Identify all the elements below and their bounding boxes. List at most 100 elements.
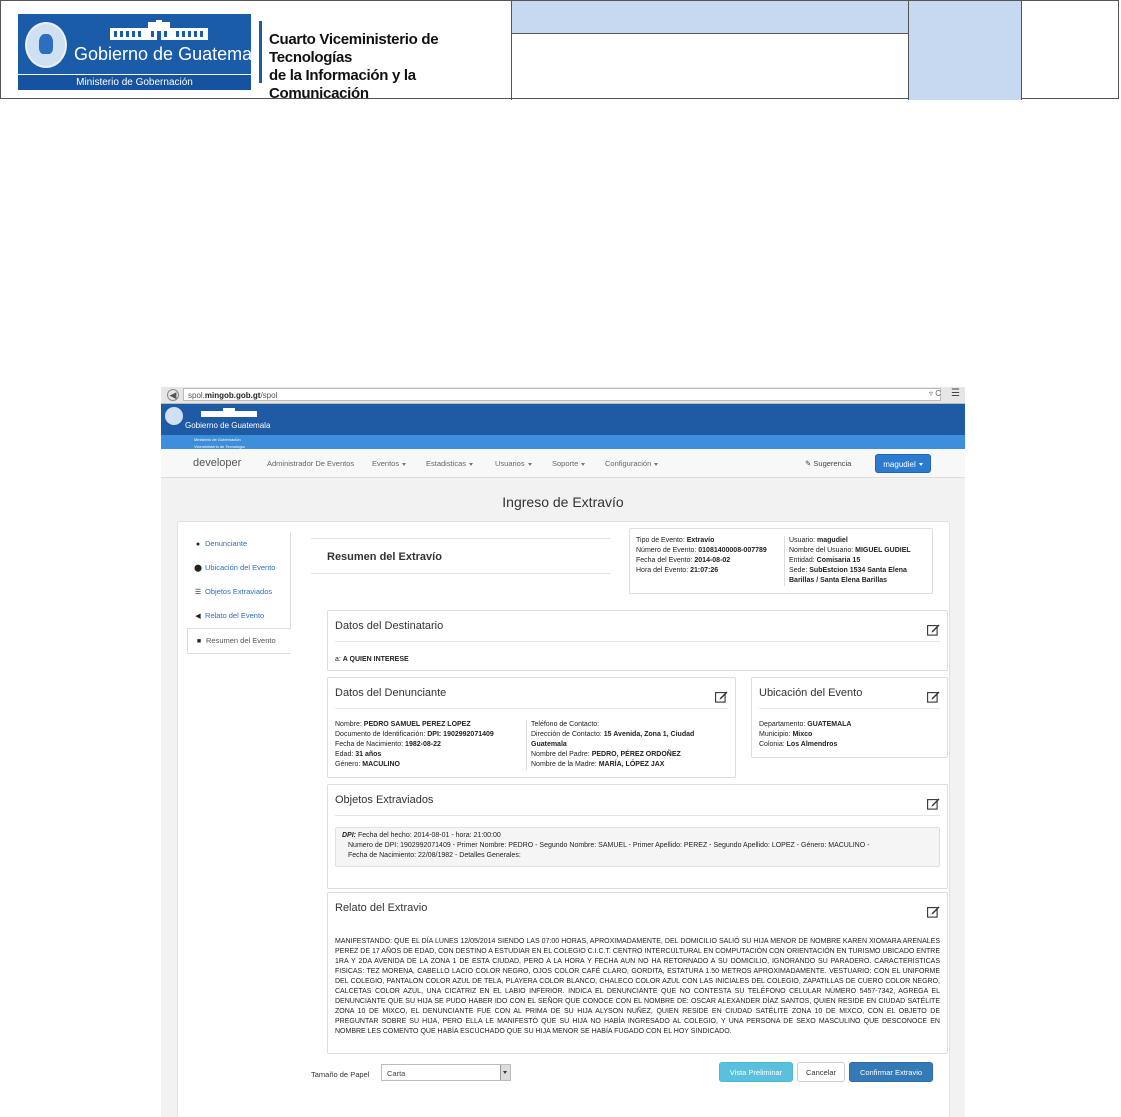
event-info-left: Tipo de Evento: Extravío Número de Event…: [636, 536, 776, 576]
hora-value: 21:07:26: [690, 567, 719, 574]
sidebar-item-ubicacion[interactable]: ⬤ Ubicación del Evento: [187, 556, 291, 580]
paper-size-value: Carta: [387, 1069, 406, 1078]
municipio-label: Municipio:: [759, 731, 791, 738]
address-bar[interactable]: spol.mingob.gob.gt/spol: [183, 388, 941, 401]
confirm-button[interactable]: Confirmar Extravio: [849, 1062, 933, 1082]
edit-icon[interactable]: [927, 905, 940, 918]
list-icon: ☰: [194, 589, 202, 596]
url-domain: mingob.gob.gt: [204, 391, 261, 400]
edad-value: 31 años: [355, 751, 382, 758]
tipo-value: Extravío: [686, 537, 715, 544]
sidebar-item-label: Relato del Evento: [205, 611, 265, 620]
padre-value: PEDRO, PÉREZ ORDOÑEZ: [591, 751, 681, 758]
header-divider: [259, 21, 262, 83]
nav-soporte[interactable]: Soporte: [552, 459, 586, 468]
nav-configuracion[interactable]: Configuración: [605, 459, 659, 468]
sidebar-item-relato[interactable]: ◀ Relato del Evento: [187, 604, 291, 628]
edit-icon[interactable]: [927, 623, 940, 636]
user-icon: ●: [195, 541, 201, 548]
tipo-label: Tipo de Evento:: [636, 537, 685, 544]
caret-down-icon: [402, 462, 407, 466]
government-logo: Gobierno de Guatemala Ministerio de Gobe…: [18, 14, 266, 90]
suggestion-link[interactable]: ✎ Sugerencia: [805, 459, 851, 468]
dropdown-arrow-icon[interactable]: [500, 1065, 510, 1080]
reload-icon[interactable]: ▿ C: [929, 389, 941, 398]
header-blue-cell: [909, 1, 1022, 100]
nav-label: Usuarios: [495, 459, 525, 468]
navbar: developer Administrador De Eventos Event…: [161, 449, 965, 478]
usuario-label: Usuario:: [789, 537, 816, 544]
main-panel: ● Denunciante ⬤ Ubicación del Evento ☰ Obje…: [177, 521, 950, 1117]
card-title: Ubicación del Evento: [759, 687, 863, 699]
edit-icon[interactable]: [715, 690, 728, 703]
header-logo-cell: Gobierno de Guatemala Ministerio de Gobe…: [1, 1, 512, 103]
nombre-label: Nombre:: [335, 721, 362, 728]
map-marker-icon: ⬤: [194, 565, 202, 572]
card-divider: [335, 641, 940, 642]
nav-label: Configuración: [605, 459, 652, 468]
departamento-label: Departamento:: [759, 721, 806, 728]
action-bar: Tamaño de Papel Carta Vista Preliminar C…: [311, 1050, 935, 1090]
browser-menu-icon[interactable]: ☰: [951, 389, 961, 400]
nav-usuarios[interactable]: Usuarios: [495, 459, 532, 468]
card-body: Departamento: GUATEMALA Municipio: Mixco…: [759, 720, 940, 750]
colonia-label: Colonia:: [759, 741, 785, 748]
nav-label: Estadisticas: [426, 459, 467, 468]
nav-eventos[interactable]: Eventos: [372, 459, 407, 468]
sidebar-item-objetos[interactable]: ☰ Objetos Extraviados: [187, 580, 291, 604]
event-info-box: Tipo de Evento: Extravío Número de Event…: [629, 528, 933, 594]
nombre-usuario-label: Nombre del Usuario:: [789, 547, 854, 554]
event-info-right: Usuario: magudiel Nombre del Usuario: MI…: [784, 536, 927, 586]
nav-estadisticas[interactable]: Estadisticas: [426, 459, 474, 468]
genero-value: MACULINO: [362, 761, 400, 768]
doc-label: Documento de Identificación:: [335, 731, 426, 738]
madre-value: MARÍA, LÓPEZ JAX: [598, 761, 665, 768]
logo-name: Gobierno de Guatemala: [74, 44, 267, 64]
sidebar-item-label: Objetos Extraviados: [205, 587, 273, 596]
card-title: Relato del Extravio: [335, 902, 428, 914]
card-title: Datos del Denunciante: [335, 687, 447, 699]
card-body: a: A QUIEN INTERESE: [335, 655, 940, 665]
usuario-value: magudiel: [817, 537, 848, 544]
genero-label: Género:: [335, 761, 361, 768]
denunciante-card: Datos del Denunciante Nombre: PEDRO SAMU…: [327, 677, 736, 778]
edit-icon[interactable]: [927, 797, 940, 810]
relato-card: Relato del Extravio MANIFESTANDO: QUE EL…: [327, 892, 948, 1054]
nav-label: Soporte: [552, 459, 579, 468]
user-menu-button[interactable]: magudiel: [875, 454, 931, 473]
app-logo[interactable]: Gobierno de Guatemala Ministerio de Gobe…: [165, 407, 270, 449]
sidebar-item-label: Resumen del Evento: [206, 636, 276, 645]
paper-size-select[interactable]: Carta: [381, 1064, 511, 1081]
bullhorn-icon: ◀: [195, 613, 201, 620]
caret-down-icon: [527, 462, 532, 466]
madre-label: Nombre de la Madre:: [531, 761, 597, 768]
denunciante-right: Teléfono de Contacto: Dirección de Conta…: [526, 720, 728, 770]
sidebar-item-denunciante[interactable]: ● Denunciante: [187, 532, 291, 556]
colonia-value: Los Almendros: [786, 741, 838, 748]
header-last-cell: [1022, 1, 1120, 100]
application-screenshot: ◀ spol.mingob.gob.gt/spol ▿ C ☰ Gobierno…: [161, 387, 965, 1117]
app-logo-sub1: Ministerio de Gobernación: [194, 437, 241, 442]
entidad-label: Entidad:: [789, 557, 815, 564]
palace-icon: [110, 20, 208, 40]
objeto-type: DPI:: [342, 832, 356, 839]
app-logo-name: Gobierno de Guatemala: [185, 421, 271, 430]
viceministry-title: Cuarto Viceministerio de Tecnologías de …: [269, 31, 511, 103]
back-arrow-icon[interactable]: ◀: [167, 389, 179, 401]
sidebar-item-resumen[interactable]: ■ Resumen del Evento: [187, 628, 291, 654]
objeto-line-3: Fecha de Nacimiento: 22/08/1982 - Detall…: [348, 852, 521, 859]
suggestion-label: Sugerencia: [813, 459, 852, 468]
nav-label: Administrador De Eventos: [267, 459, 355, 468]
sede-value: SubEstcion 1534 Santa Elena Barillas / S…: [789, 567, 907, 584]
document-header: Gobierno de Guatemala Ministerio de Gobe…: [0, 0, 1120, 103]
cancel-button[interactable]: Cancelar: [797, 1062, 845, 1082]
preview-button[interactable]: Vista Preliminar: [719, 1062, 793, 1082]
nacimiento-label: Fecha de Nacimiento:: [335, 741, 404, 748]
palace-icon: [201, 408, 257, 417]
edit-icon[interactable]: [927, 690, 940, 703]
destinatario-card: Datos del Destinatario a: A QUIEN INTERE…: [327, 610, 948, 671]
viceministry-line-1: Cuarto Viceministerio de Tecnologías: [269, 31, 439, 66]
relato-text: MANIFESTANDO: QUE EL DÍA LUNES 12/05/201…: [335, 938, 940, 1035]
navbar-brand[interactable]: developer: [193, 457, 241, 469]
nav-admin-eventos[interactable]: Administrador De Eventos: [267, 459, 354, 468]
